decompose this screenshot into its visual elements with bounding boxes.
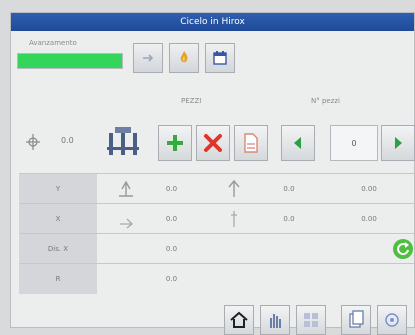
row-value: 0.0 [165,185,178,193]
row-value-3: 0.00 [361,185,377,193]
right-arrow-icon [395,137,402,149]
row-label: Y [19,174,97,204]
calendar-icon [213,51,227,65]
row-value-3: 0.00 [361,215,377,223]
table-row: X 0.0 0.0 0.00 [19,203,414,234]
close-icon [204,134,222,152]
row-value: 0.0 [165,275,178,283]
axis-icon [214,204,254,234]
copy-icon [349,310,364,328]
row-value-2: 0.0 [283,185,295,193]
hand-icon [270,314,281,328]
row-value-2: 0.0 [283,215,295,223]
delete-button[interactable] [196,125,230,161]
flame-icon [180,51,188,63]
row-label: Dis. X [19,234,97,264]
machine-panel: Cicelo in Hirox Avanzamento PEZZI N° pez… [10,12,415,335]
machine-icon[interactable] [105,123,141,159]
row-label: X [19,204,97,234]
next-button[interactable] [381,125,415,161]
grid-icon [304,313,318,327]
refresh-icon [393,239,413,259]
row-value: 0.0 [165,245,178,253]
flame-tool-button[interactable] [169,43,199,73]
pezzi-header: PEZZI [181,97,202,105]
axis-symbol-icon [26,134,40,150]
add-button[interactable] [158,125,192,161]
axis-icon [214,174,254,204]
progress-label: Avanzamento [29,39,77,47]
plus-icon [167,135,183,151]
gear-icon [385,313,399,327]
piece-count-value: 0 [351,138,357,148]
calendar-tool-button[interactable] [205,43,235,73]
previous-button[interactable] [281,125,315,161]
document-icon [244,133,258,153]
piece-counter[interactable]: 0 [330,125,378,161]
window-title: Cicelo in Hirox [11,13,414,31]
arrow-tool-button[interactable] [133,43,163,73]
left-readout: 0.0 [61,136,74,145]
arrow-icon [143,54,154,62]
progress-fill [18,54,122,68]
axis-x-icon [106,204,146,234]
table-row: R 0.0 [19,263,414,294]
left-arrow-icon [294,137,301,149]
n-pezzi-header: N° pezzi [311,97,341,105]
progress-bar [17,53,123,69]
table-row: Dis. X 0.0 [19,233,415,264]
row-value: 0.0 [165,215,178,223]
home-icon [230,311,248,328]
axis-y-icon [106,174,146,204]
document-button[interactable] [234,125,268,161]
row-label: R [19,264,97,294]
refresh-button[interactable] [389,234,415,264]
table-row: Y 0.0 0.0 0.00 [19,173,414,204]
